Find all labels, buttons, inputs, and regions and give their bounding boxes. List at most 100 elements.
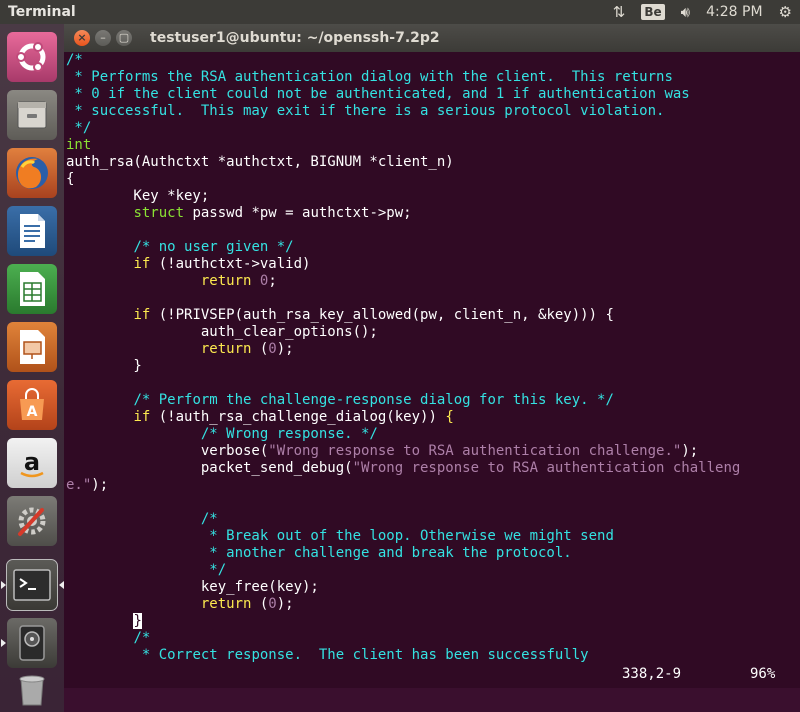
system-settings-button[interactable] [7, 496, 57, 546]
terminal-button[interactable] [6, 559, 58, 611]
volume-icon[interactable]: 🔊︎ [681, 3, 690, 21]
code-token: 0 [268, 596, 277, 612]
calc-icon [20, 272, 45, 306]
files-button[interactable] [7, 90, 57, 140]
gear-icon[interactable]: ⚙ [779, 3, 792, 21]
scroll-percent: 96% [750, 666, 776, 682]
code-token: * 0 if the client could not be authentic… [66, 86, 690, 102]
code-line[interactable]: } [66, 358, 800, 375]
impress-button[interactable] [7, 322, 57, 372]
vim-editor[interactable]: /* * Performs the RSA authentication dia… [64, 52, 800, 688]
code-token: } [66, 358, 142, 374]
code-line[interactable]: /* no user given */ [66, 239, 800, 256]
code-token: return [200, 273, 252, 289]
trash-icon [19, 675, 45, 706]
top-panel: Terminal ⇅ Be 🔊︎ 4:28 PM ⚙ [0, 0, 800, 24]
code-line[interactable]: Key *key; [66, 188, 800, 205]
code-line[interactable]: int [66, 137, 800, 154]
calc-button[interactable] [7, 264, 57, 314]
code-line[interactable]: if (!authctxt->valid) [66, 256, 800, 273]
code-token: if [133, 307, 151, 323]
code-token: int [66, 137, 92, 153]
code-token: * successful. This may exit if there is … [66, 103, 665, 119]
system-settings-icon [18, 507, 46, 536]
code-token: * another challenge and break the protoc… [200, 545, 572, 561]
code-line[interactable]: * Performs the RSA authentication dialog… [66, 69, 800, 86]
code-token: packet_send_debug( [66, 460, 353, 476]
code-line[interactable]: auth_rsa(Authctxt *authctxt, BIGNUM *cli… [66, 154, 800, 171]
code-line[interactable]: if (!PRIVSEP(auth_rsa_key_allowed(pw, cl… [66, 307, 800, 324]
disks-button[interactable] [7, 618, 57, 668]
code-token: /* [66, 52, 83, 68]
code-line[interactable]: /* [66, 511, 800, 528]
cursor-position: 338,2-9 [622, 666, 682, 682]
code-line[interactable]: /* [66, 630, 800, 647]
code-token: key_free(key); [66, 579, 319, 595]
code-line[interactable]: /* [66, 52, 800, 69]
code-token: auth_clear_options(); [66, 324, 378, 340]
code-token: * Performs the RSA authentication dialog… [66, 69, 673, 85]
clock[interactable]: 4:28 PM [706, 4, 762, 20]
writer-icon [20, 214, 45, 248]
code-line[interactable]: return (0); [66, 596, 800, 613]
code-token: ); [91, 477, 109, 493]
code-line[interactable]: key_free(key); [66, 579, 800, 596]
code-line[interactable]: } [66, 613, 800, 630]
code-line[interactable]: if (!auth_rsa_challenge_dialog(key)) { [66, 409, 800, 426]
network-icon[interactable]: ⇅ [613, 3, 626, 21]
amazon-button[interactable]: a [7, 438, 57, 488]
code-token: (!auth_rsa_challenge_dialog(key)) [150, 409, 446, 425]
code-line[interactable] [66, 290, 800, 307]
code-line[interactable]: return (0); [66, 341, 800, 358]
ubuntu-dash-icon [16, 42, 46, 72]
terminal-icon [13, 569, 51, 601]
code-line[interactable]: * 0 if the client could not be authentic… [66, 86, 800, 103]
keyboard-layout-indicator[interactable]: Be [641, 4, 665, 20]
software-center-button[interactable]: A [7, 380, 57, 430]
code-line[interactable] [66, 375, 800, 392]
code-token: * Correct response. The client has been … [133, 647, 589, 663]
code-line[interactable]: e."); [66, 477, 800, 494]
code-line[interactable]: * another challenge and break the protoc… [66, 545, 800, 562]
code-line[interactable]: verbose("Wrong response to RSA authentic… [66, 443, 800, 460]
minimize-button[interactable]: – [95, 30, 111, 46]
code-line[interactable]: packet_send_debug("Wrong response to RSA… [66, 460, 800, 477]
code-line[interactable]: * successful. This may exit if there is … [66, 103, 800, 120]
code-line[interactable] [66, 494, 800, 511]
code-line[interactable]: /* Wrong response. */ [66, 426, 800, 443]
svg-text:A: A [27, 404, 38, 420]
code-token: ); [276, 341, 294, 357]
amazon-icon: a [20, 448, 44, 478]
code-line[interactable]: */ [66, 562, 800, 579]
code-line[interactable]: * Correct response. The client has been … [66, 647, 800, 664]
code-token: /* Wrong response. */ [200, 426, 378, 442]
window-titlebar[interactable]: × – ▢ testuser1@ubuntu: ~/openssh-7.2p2 [64, 24, 800, 52]
code-buffer[interactable]: /* * Performs the RSA authentication dia… [66, 52, 800, 681]
code-line[interactable]: auth_clear_options(); [66, 324, 800, 341]
code-line[interactable]: struct passwd *pw = authctxt->pw; [66, 205, 800, 222]
code-token: ); [681, 443, 699, 459]
firefox-button[interactable] [7, 148, 57, 198]
code-token: ; [268, 273, 277, 289]
code-line[interactable]: /* Perform the challenge-response dialog… [66, 392, 800, 409]
code-line[interactable]: * Break out of the loop. Otherwise we mi… [66, 528, 800, 545]
maximize-button[interactable]: ▢ [116, 30, 132, 46]
writer-button[interactable] [7, 206, 57, 256]
code-token: */ [66, 120, 92, 136]
disks-icon [19, 625, 45, 661]
vim-status-line: 338,2-9 96% [64, 664, 800, 688]
code-line[interactable]: */ [66, 120, 800, 137]
code-token: /* no user given */ [133, 239, 294, 255]
code-token: ( [251, 341, 269, 357]
trash-button[interactable] [7, 672, 57, 708]
close-button[interactable]: × [74, 30, 90, 46]
code-line[interactable] [66, 222, 800, 239]
code-line[interactable]: return 0; [66, 273, 800, 290]
code-line[interactable]: { [66, 171, 800, 188]
ubuntu-dash-button[interactable] [7, 32, 57, 82]
